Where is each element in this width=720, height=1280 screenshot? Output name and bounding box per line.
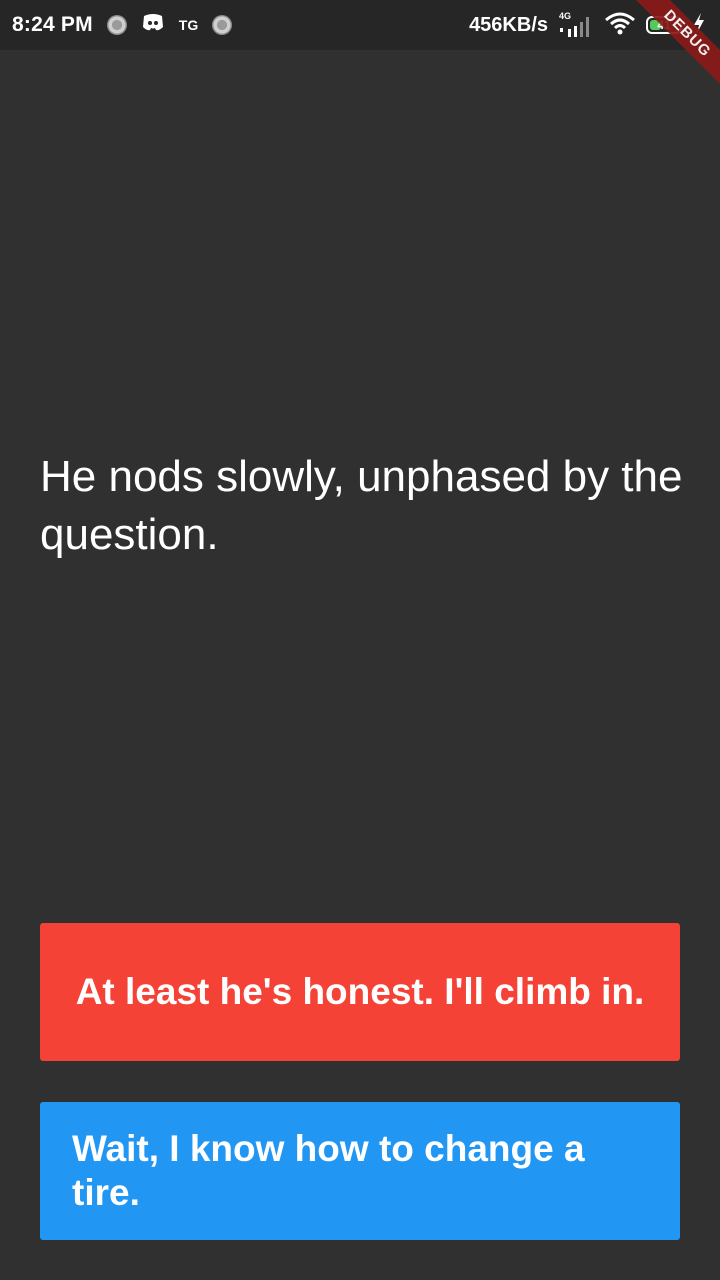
notification-dot-icon	[106, 15, 127, 35]
signal-icon: 4G	[558, 11, 594, 39]
wifi-icon	[604, 11, 636, 40]
tg-label: TG	[178, 17, 199, 33]
network-speed: 456KB/s	[469, 13, 548, 36]
choice-button-change-tire[interactable]: Wait, I know how to change a tire.	[40, 1102, 680, 1240]
status-bar-left: 8:24 PM TG	[12, 13, 233, 38]
app-screen: 8:24 PM TG 456KB/s 4G DEBUG He nods slow…	[0, 0, 720, 1280]
choice-button-climb-in[interactable]: At least he's honest. I'll climb in.	[40, 923, 680, 1061]
choice-label: Wait, I know how to change a tire.	[72, 1128, 585, 1213]
clock: 8:24 PM	[12, 13, 93, 36]
choice-label: At least he's honest. I'll climb in.	[75, 971, 645, 1012]
discord-icon	[141, 13, 165, 38]
network-type: 4G	[559, 11, 572, 21]
story-text: He nods slowly, unphased by the question…	[40, 452, 683, 559]
notification-dot-icon	[212, 15, 233, 35]
status-bar: 8:24 PM TG 456KB/s 4G	[0, 0, 720, 50]
